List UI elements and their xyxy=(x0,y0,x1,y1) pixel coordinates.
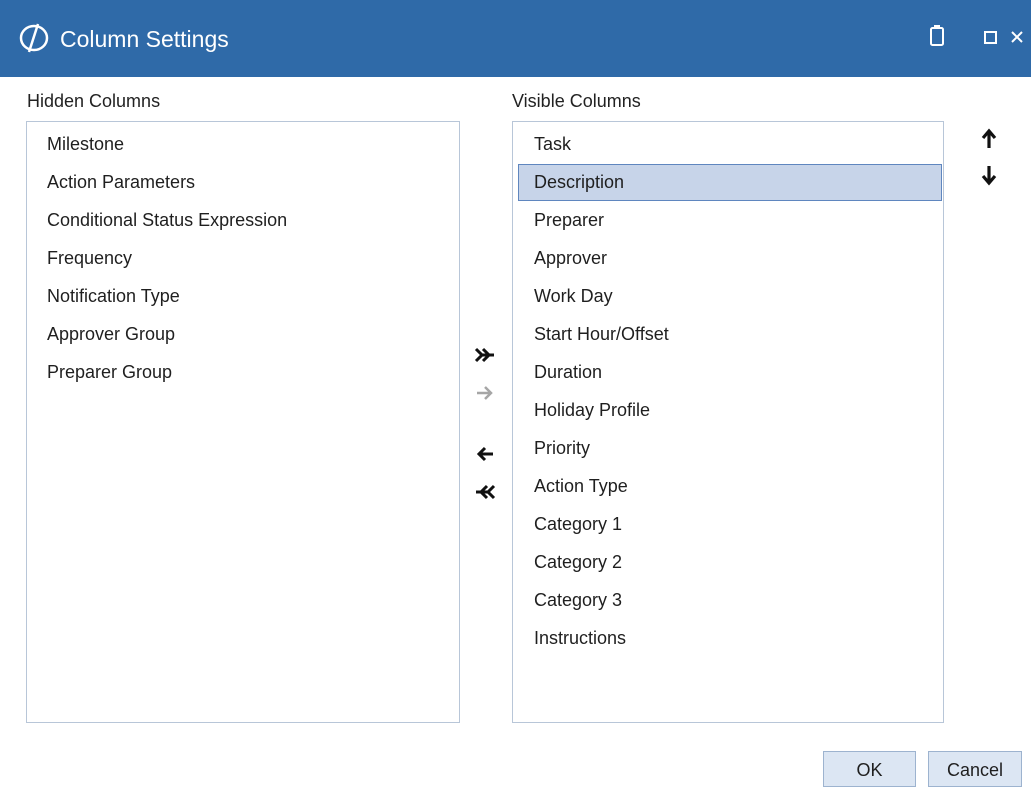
list-item[interactable]: Instructions xyxy=(518,620,942,657)
list-item[interactable]: Category 2 xyxy=(518,544,942,581)
move-down-button[interactable] xyxy=(976,162,1002,188)
arrow-up-icon xyxy=(981,128,997,148)
list-item[interactable]: Category 3 xyxy=(518,582,942,619)
visible-columns-label: Visible Columns xyxy=(512,91,641,111)
list-item[interactable]: Holiday Profile xyxy=(518,392,942,429)
move-all-left-button[interactable] xyxy=(472,479,498,505)
hidden-columns-list[interactable]: Milestone Action Parameters Conditional … xyxy=(26,121,460,723)
maximize-icon[interactable] xyxy=(975,20,1005,54)
list-item-selected[interactable]: Description xyxy=(518,164,942,201)
close-icon[interactable] xyxy=(1005,20,1031,54)
move-right-button[interactable] xyxy=(472,380,498,406)
list-item[interactable]: Milestone xyxy=(47,126,447,163)
move-up-button[interactable] xyxy=(976,126,1002,152)
list-item[interactable]: Notification Type xyxy=(47,278,447,315)
list-item[interactable]: Work Day xyxy=(518,278,942,315)
double-arrow-left-icon xyxy=(476,484,496,500)
list-item[interactable]: Conditional Status Expression xyxy=(47,202,447,239)
list-item[interactable]: Category 1 xyxy=(518,506,942,543)
dock-icon[interactable] xyxy=(922,20,952,54)
move-left-button[interactable] xyxy=(472,441,498,467)
list-item[interactable]: Approver Group xyxy=(47,316,447,353)
list-item[interactable]: Action Parameters xyxy=(47,164,447,201)
list-item[interactable]: Start Hour/Offset xyxy=(518,316,942,353)
ok-button[interactable]: OK xyxy=(823,751,916,787)
list-item[interactable]: Action Type xyxy=(518,468,942,505)
list-item[interactable]: Approver xyxy=(518,240,942,277)
app-logo-icon xyxy=(18,22,50,54)
list-item[interactable]: Task xyxy=(518,126,942,163)
list-item[interactable]: Preparer xyxy=(518,202,942,239)
visible-columns-list[interactable]: Task Description Preparer Approver Work … xyxy=(512,121,944,723)
window-title: Column Settings xyxy=(60,26,229,52)
list-item[interactable]: Frequency xyxy=(47,240,447,277)
hidden-columns-label: Hidden Columns xyxy=(27,91,161,111)
list-item[interactable]: Priority xyxy=(518,430,942,467)
move-all-right-button[interactable] xyxy=(472,342,498,368)
list-item[interactable]: Preparer Group xyxy=(47,354,447,391)
arrow-down-icon xyxy=(981,166,997,186)
cancel-button[interactable]: Cancel xyxy=(928,751,1022,787)
title-bar: Column Settings xyxy=(0,0,1031,77)
arrow-right-icon xyxy=(477,386,493,400)
arrow-left-icon xyxy=(476,446,493,462)
list-item[interactable]: Duration xyxy=(518,354,942,391)
double-arrow-right-icon xyxy=(474,347,494,363)
